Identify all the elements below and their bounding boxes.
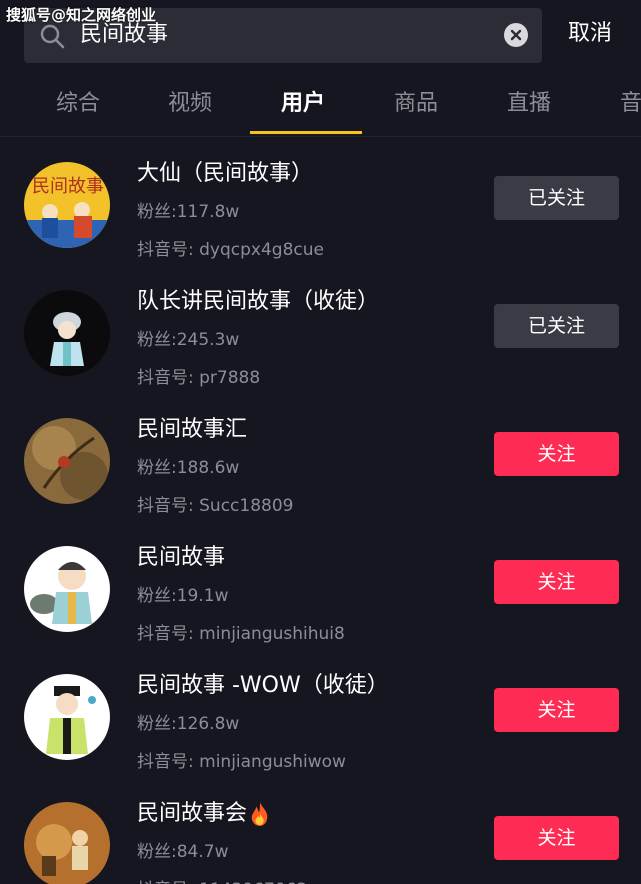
avatar[interactable]	[24, 418, 110, 504]
tab-products[interactable]: 商品	[394, 88, 438, 120]
fans-count: 粉丝:84.7w	[137, 842, 229, 862]
avatar[interactable]: 民间故事	[24, 162, 110, 248]
user-result-row[interactable]: 民间故事 -WOW（收徒） 粉丝:126.8w 抖音号: minjiangush…	[0, 664, 641, 792]
user-result-row[interactable]: 民间故事汇 粉丝:188.6w 抖音号: Succ18809 关注	[0, 408, 641, 536]
fans-count: 粉丝:126.8w	[137, 714, 240, 734]
tab-general[interactable]: 综合	[56, 88, 100, 120]
user-name[interactable]: 队长讲民间故事（收徒）	[137, 286, 379, 318]
clear-icon[interactable]	[504, 23, 528, 47]
user-name[interactable]: 民间故事会	[137, 798, 271, 830]
tab-video[interactable]: 视频	[168, 88, 212, 120]
avatar[interactable]	[24, 802, 110, 884]
avatar[interactable]	[24, 290, 110, 376]
user-result-row[interactable]: 民间故事会 粉丝:84.7w 抖音号: 1143967063 关注	[0, 792, 641, 884]
tab-music[interactable]: 音	[620, 88, 641, 120]
follow-button[interactable]: 关注	[494, 432, 619, 476]
douyin-id: 抖音号: minjiangushihui8	[137, 624, 345, 644]
douyin-id: 抖音号: Succ18809	[137, 496, 294, 516]
followed-button[interactable]: 已关注	[494, 176, 619, 220]
douyin-id: 抖音号: dyqcpx4g8cue	[137, 240, 324, 260]
douyin-id: 抖音号: pr7888	[137, 368, 261, 388]
douyin-id: 抖音号: 1143967063	[137, 878, 307, 884]
divider	[0, 136, 641, 137]
fans-count: 粉丝:245.3w	[137, 330, 240, 350]
avatar[interactable]	[24, 674, 110, 760]
user-name[interactable]: 民间故事	[137, 542, 225, 574]
douyin-id: 抖音号: minjiangushiwow	[137, 752, 346, 772]
user-result-row[interactable]: 民间故事 大仙（民间故事） 粉丝:117.8w 抖音号: dyqcpx4g8cu…	[0, 152, 641, 280]
watermark: 搜狐号@知之网络创业	[6, 6, 157, 24]
user-name-text: 民间故事会	[137, 801, 248, 826]
cancel-button[interactable]: 取消	[568, 16, 612, 52]
user-name[interactable]: 民间故事汇	[137, 414, 247, 446]
follow-button[interactable]: 关注	[494, 560, 619, 604]
user-name[interactable]: 民间故事 -WOW（收徒）	[137, 670, 389, 702]
fans-count: 粉丝:117.8w	[137, 202, 240, 222]
tab-users[interactable]: 用户	[281, 88, 325, 120]
search-icon	[40, 24, 65, 49]
avatar[interactable]	[24, 546, 110, 632]
fans-count: 粉丝:188.6w	[137, 458, 240, 478]
user-result-row[interactable]: 队长讲民间故事（收徒） 粉丝:245.3w 抖音号: pr7888 已关注	[0, 280, 641, 408]
svg-text:民间故事: 民间故事	[32, 176, 104, 197]
active-tab-indicator	[250, 131, 362, 134]
followed-button[interactable]: 已关注	[494, 304, 619, 348]
follow-button[interactable]: 关注	[494, 816, 619, 860]
search-results-page: 搜狐号@知之网络创业 民间故事 取消 综合 视频 用户 商品 直播 音 民间故事…	[0, 0, 641, 884]
fire-icon	[251, 802, 268, 826]
fans-count: 粉丝:19.1w	[137, 586, 229, 606]
follow-button[interactable]: 关注	[494, 688, 619, 732]
user-name[interactable]: 大仙（民间故事）	[137, 158, 313, 190]
result-tabs: 综合 视频 用户 商品 直播 音	[0, 80, 641, 136]
tab-live[interactable]: 直播	[507, 88, 551, 120]
user-result-row[interactable]: 民间故事 粉丝:19.1w 抖音号: minjiangushihui8 关注	[0, 536, 641, 664]
